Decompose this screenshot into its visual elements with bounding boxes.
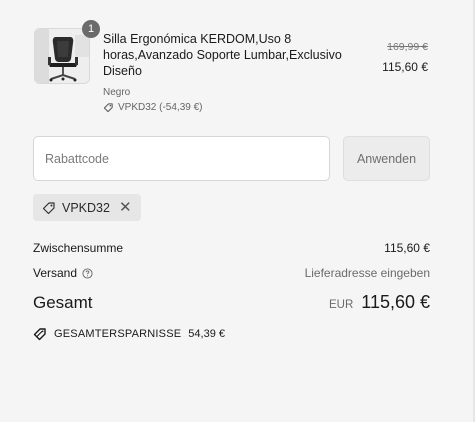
product-price-current: 115,60 € [382, 60, 428, 74]
apply-discount-button[interactable]: Anwenden [343, 136, 430, 181]
savings-tag-icon [33, 328, 46, 341]
product-title: Silla Ergonómica KERDOM,Uso 8 horas,Avan… [103, 32, 342, 78]
tag-icon [103, 103, 113, 113]
savings-value: 54,39 € [188, 328, 225, 340]
chair-image-icon [35, 29, 89, 83]
line-item: 1 Silla Ergonómica KERDOM,Uso 8 horas,Av… [34, 20, 434, 123]
total-label: Gesamt [33, 293, 93, 312]
product-price-original: 169,99 € [387, 41, 428, 53]
shipping-label-wrap: Versand [33, 266, 93, 280]
total-row: Gesamt EUR 115,60 € [33, 292, 430, 313]
subtotal-label: Zwischensumme [33, 241, 124, 255]
quantity-badge: 1 [82, 20, 100, 38]
shipping-row: Versand Lieferadresse eingeben [33, 266, 430, 280]
total-savings: GESAMTERSPARNISSE 54,39 € [33, 327, 225, 341]
shipping-value: Lieferadresse eingeben [304, 266, 430, 280]
total-value-wrap: EUR 115,60 € [329, 292, 430, 313]
remove-discount-close-icon[interactable]: ✕ [119, 200, 132, 215]
product-discount-text: VPKD32 (-54,39 €) [118, 102, 203, 113]
subtotal-value: 115,60 € [384, 241, 430, 255]
product-variant: Negro [103, 87, 131, 98]
subtotal-row: Zwischensumme 115,60 € [33, 241, 430, 255]
applied-discount-chip: VPKD32 ✕ [33, 194, 141, 221]
discount-code-input[interactable] [33, 136, 330, 181]
currency-code: EUR [328, 299, 354, 311]
applied-discount-code: VPKD32 [62, 200, 110, 215]
tag-icon [42, 201, 55, 214]
shipping-label: Versand [33, 266, 78, 280]
help-circle-icon[interactable] [82, 267, 93, 279]
product-image [34, 28, 90, 84]
total-value: 115,60 € [361, 292, 430, 312]
savings-label: GESAMTERSPARNISSE [54, 328, 182, 340]
product-discount: VPKD32 (-54,39 €) [103, 102, 203, 113]
product-image-wrapper: 1 [34, 20, 100, 84]
